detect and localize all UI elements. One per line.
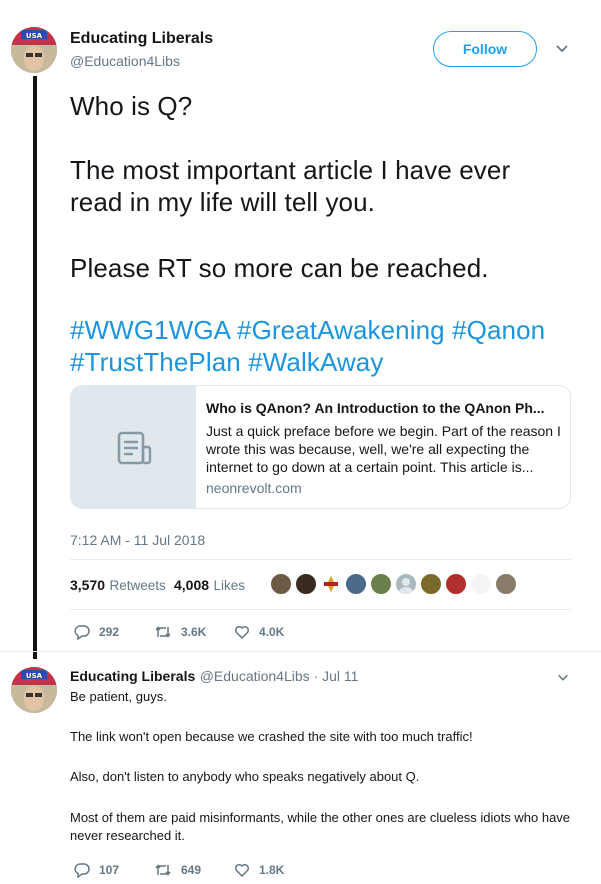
link-preview-card[interactable]: Who is QAnon? An Introduction to the QAn… xyxy=(70,385,571,509)
author-name[interactable]: Educating Liberals xyxy=(70,668,195,684)
retweet-icon xyxy=(155,626,171,638)
tweet-text-line: The most important article I have ever xyxy=(70,155,511,185)
card-domain: neonrevolt.com xyxy=(206,480,302,496)
liker-avatars xyxy=(270,573,517,595)
author-name[interactable]: Educating Liberals xyxy=(70,30,213,48)
like-action[interactable]: 4.0K xyxy=(234,624,284,640)
reply-icon xyxy=(74,625,90,640)
liker-avatar[interactable] xyxy=(270,573,292,595)
card-thumbnail xyxy=(71,386,196,508)
retweet-action[interactable]: 3.6K xyxy=(154,624,206,640)
retweet-action-count: 3.6K xyxy=(181,625,207,639)
reply-action[interactable]: 292 xyxy=(74,624,119,640)
liker-avatar[interactable] xyxy=(470,573,492,595)
author-handle[interactable]: @Education4Libs xyxy=(70,53,180,69)
tweet-timestamp[interactable]: 7:12 AM - 11 Jul 2018 xyxy=(70,532,205,548)
document-icon xyxy=(117,431,151,465)
retweet-label: Retweets xyxy=(109,578,166,593)
svg-text:USA: USA xyxy=(26,32,43,40)
retweet-action-count: 649 xyxy=(181,863,202,877)
tweet-text-line: Please RT so more can be reached. xyxy=(70,253,489,283)
like-label: Likes xyxy=(213,578,246,593)
tweet-text-line: read in my life will tell you. xyxy=(70,187,375,217)
avatar-image: USA xyxy=(11,667,57,713)
liker-avatar[interactable] xyxy=(420,573,442,595)
liker-avatar[interactable] xyxy=(320,573,342,595)
reply-text-paragraph: Be patient, guys. xyxy=(70,689,167,704)
divider xyxy=(0,651,601,652)
divider xyxy=(70,559,571,560)
retweet-stats[interactable]: 3,570 Retweets xyxy=(70,577,166,595)
thread-connector-line xyxy=(33,76,37,659)
liker-avatar[interactable] xyxy=(495,573,517,595)
liker-avatar[interactable] xyxy=(345,573,367,595)
liker-avatar[interactable] xyxy=(370,573,392,595)
heart-icon xyxy=(234,625,250,640)
liker-avatar[interactable] xyxy=(445,573,467,595)
like-action-count: 1.8K xyxy=(259,863,285,877)
svg-text:USA: USA xyxy=(26,672,43,680)
hashtag-line: #WWG1WGA #GreatAwakening #Qanon xyxy=(70,314,545,346)
retweet-count: 3,570 xyxy=(70,577,106,593)
avatar-image: USA xyxy=(11,27,57,73)
avatar[interactable]: USA xyxy=(11,27,57,73)
reply-text-paragraph: Also, don't listen to anybody who speaks… xyxy=(70,769,420,784)
liker-avatar[interactable] xyxy=(395,573,417,595)
divider xyxy=(70,609,571,610)
heart-icon xyxy=(234,863,250,878)
avatar[interactable]: USA xyxy=(11,667,57,713)
hashtag-link[interactable]: #GreatAwakening xyxy=(237,315,445,345)
hashtag-link[interactable]: #WWG1WGA xyxy=(70,315,230,345)
more-options-chevron-icon[interactable] xyxy=(554,40,570,61)
hashtag-link[interactable]: #WalkAway xyxy=(248,347,383,377)
retweet-action[interactable]: 649 xyxy=(154,862,201,878)
card-description: Just a quick preface before we begin. Pa… xyxy=(206,423,561,475)
reply-text-paragraph: Most of them are paid misinformants, whi… xyxy=(70,810,571,843)
follow-button[interactable]: Follow xyxy=(433,31,537,67)
retweet-icon xyxy=(155,864,171,876)
reply-icon xyxy=(74,863,90,878)
hashtag-line: #TrustThePlan #WalkAway xyxy=(70,346,383,378)
like-count: 4,008 xyxy=(174,577,210,593)
tweet-text-line: Who is Q? xyxy=(70,91,193,121)
card-title[interactable]: Who is QAnon? An Introduction to the QAn… xyxy=(206,400,566,416)
more-options-chevron-icon[interactable] xyxy=(556,670,570,689)
like-action-count: 4.0K xyxy=(259,625,285,639)
reply-text-paragraph: The link won't open because we crashed t… xyxy=(70,729,473,744)
hashtag-link[interactable]: #Qanon xyxy=(452,315,545,345)
like-action[interactable]: 1.8K xyxy=(234,862,284,878)
reply-count: 107 xyxy=(99,863,120,877)
liker-avatar[interactable] xyxy=(295,573,317,595)
reply-count: 292 xyxy=(99,625,120,639)
reply-header: Educating Liberals @Education4Libs · Jul… xyxy=(70,668,358,686)
hashtag-link[interactable]: #TrustThePlan xyxy=(70,347,241,377)
author-handle-date[interactable]: @Education4Libs · Jul 11 xyxy=(200,668,359,684)
like-stats[interactable]: 4,008 Likes xyxy=(174,577,245,595)
reply-action[interactable]: 107 xyxy=(74,862,119,878)
